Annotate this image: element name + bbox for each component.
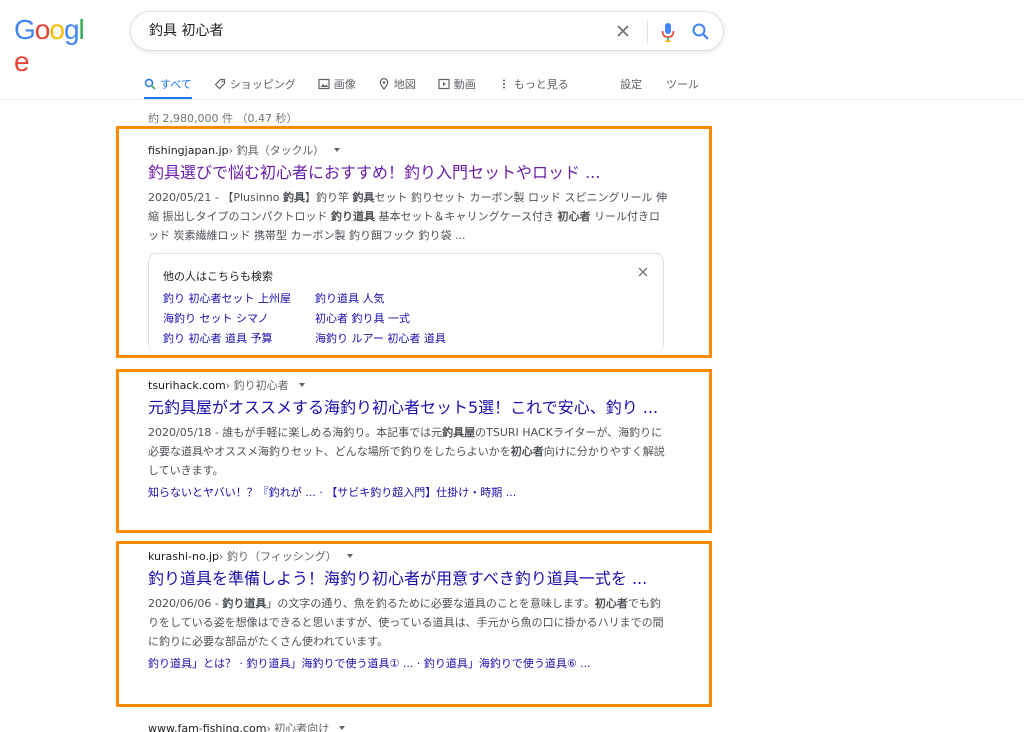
result-url[interactable]: kurashi-no.jp › 釣り（フィッシング） [148, 548, 668, 564]
result-breadcrumb: › 釣具（タックル） [228, 144, 325, 157]
result-domain: fishingjapan.jp [148, 143, 229, 157]
search-icon [144, 78, 156, 90]
search-input[interactable] [149, 12, 609, 50]
result-url[interactable]: tsurihack.com › 釣り初心者 [148, 377, 668, 393]
dropdown-caret-icon[interactable] [334, 148, 341, 152]
search-tabs: すべて ショッピング 画像 地図 動画 もっと見る [144, 69, 591, 100]
tab-more[interactable]: もっと見る [498, 69, 569, 99]
close-icon[interactable] [637, 266, 649, 278]
image-icon [318, 78, 330, 90]
result-snippet: 2020/05/18 - 誰もが手軽に楽しめる海釣り。本記事では元釣具屋のTSU… [148, 426, 665, 477]
search-result: www.fam-fishing.com › 初心者向け [148, 720, 668, 732]
tools-bar: 設定 ツール [620, 69, 699, 99]
more-icon [502, 79, 505, 89]
dropdown-caret-icon[interactable] [339, 726, 346, 730]
related-link[interactable]: 釣り 初心者 道具 予算 [163, 332, 315, 346]
tab-label: すべて [160, 78, 192, 91]
search-result: tsurihack.com › 釣り初心者 元釣具屋がオススメする海釣り初心者セ… [148, 377, 668, 500]
tab-label: ショッピング [229, 78, 296, 91]
header-divider [0, 99, 1024, 100]
tab-maps[interactable]: 地図 [378, 69, 416, 99]
dropdown-caret-icon[interactable] [298, 383, 305, 387]
tools-link[interactable]: ツール [666, 76, 699, 92]
related-title: 他の人はこちらも検索 [163, 270, 273, 283]
divider [647, 21, 648, 43]
tab-label: もっと見る [513, 78, 569, 91]
tab-label: 地図 [393, 78, 416, 91]
map-pin-icon [379, 78, 389, 90]
result-breadcrumb: › 釣り初心者 [225, 379, 289, 392]
settings-link[interactable]: 設定 [620, 76, 642, 92]
related-searches: 他の人はこちらも検索 釣り 初心者セット 上州屋 釣り道具 人気 海釣り セット… [148, 253, 664, 353]
clear-icon[interactable] [613, 21, 633, 41]
related-link[interactable]: 海釣り ルアー 初心者 道具 [315, 332, 495, 346]
result-domain: www.fam-fishing.com [148, 721, 267, 732]
search-result: kurashi-no.jp › 釣り（フィッシング） 釣り道具を準備しよう！海釣… [148, 548, 668, 671]
result-url[interactable]: fishingjapan.jp › 釣具（タックル） [148, 142, 668, 158]
search-box [130, 11, 724, 51]
tag-icon [214, 78, 225, 90]
related-link[interactable]: 海釣り セット シマノ [163, 312, 315, 326]
tab-all[interactable]: すべて [144, 69, 192, 100]
result-breadcrumb: › 釣り（フィッシング） [219, 550, 337, 563]
google-logo[interactable]: Google [14, 14, 94, 77]
result-title[interactable]: 釣り道具を準備しよう！海釣り初心者が用意すべき釣り道具一式を ... [148, 568, 668, 590]
search-icon[interactable] [691, 22, 711, 42]
tab-videos[interactable]: 動画 [438, 69, 476, 99]
dropdown-caret-icon[interactable] [346, 554, 353, 558]
tab-shopping[interactable]: ショッピング [214, 69, 296, 99]
result-title[interactable]: 元釣具屋がオススメする海釣り初心者セット5選！これで安心、釣り ... [148, 397, 668, 419]
result-domain: kurashi-no.jp [148, 549, 220, 563]
result-snippet: 2020/05/21 - 【Plusinno 釣具】釣り竿 釣具セット 釣りセッ… [148, 191, 667, 242]
result-stats: 約 2,980,000 件 （0.47 秒） [148, 112, 298, 125]
play-icon [438, 78, 450, 90]
result-domain: tsurihack.com [148, 378, 226, 392]
tab-label: 画像 [333, 78, 356, 91]
related-link[interactable]: 釣り 初心者セット 上州屋 [163, 292, 315, 306]
related-grid: 釣り 初心者セット 上州屋 釣り道具 人気 海釣り セット シマノ 初心者 釣り… [163, 292, 495, 346]
tab-label: 動画 [453, 78, 476, 91]
result-snippet: 2020/06/06 - 釣り道具」の文字の通り、魚を釣るために必要な道具のこと… [148, 597, 664, 648]
result-sitelinks[interactable]: 釣り道具」とは？ · 釣り道具」海釣りで使う道具① ... · 釣り道具」海釣り… [148, 655, 668, 671]
related-link[interactable]: 釣り道具 人気 [315, 292, 495, 306]
mic-icon[interactable] [659, 21, 677, 43]
related-link[interactable]: 初心者 釣り具 一式 [315, 312, 495, 326]
tab-images[interactable]: 画像 [318, 69, 356, 99]
result-sitelinks[interactable]: 知らないとヤバい！？『釣れが ... · 【サビキ釣り超入門】仕掛け・時期 ..… [148, 484, 668, 500]
result-url[interactable]: www.fam-fishing.com › 初心者向け [148, 720, 668, 732]
result-title[interactable]: 釣具選びで悩む初心者におすすめ！釣り入門セットやロッド ... [148, 162, 668, 184]
search-result: fishingjapan.jp › 釣具（タックル） 釣具選びで悩む初心者におす… [148, 142, 668, 245]
result-breadcrumb: › 初心者向け [266, 722, 330, 732]
